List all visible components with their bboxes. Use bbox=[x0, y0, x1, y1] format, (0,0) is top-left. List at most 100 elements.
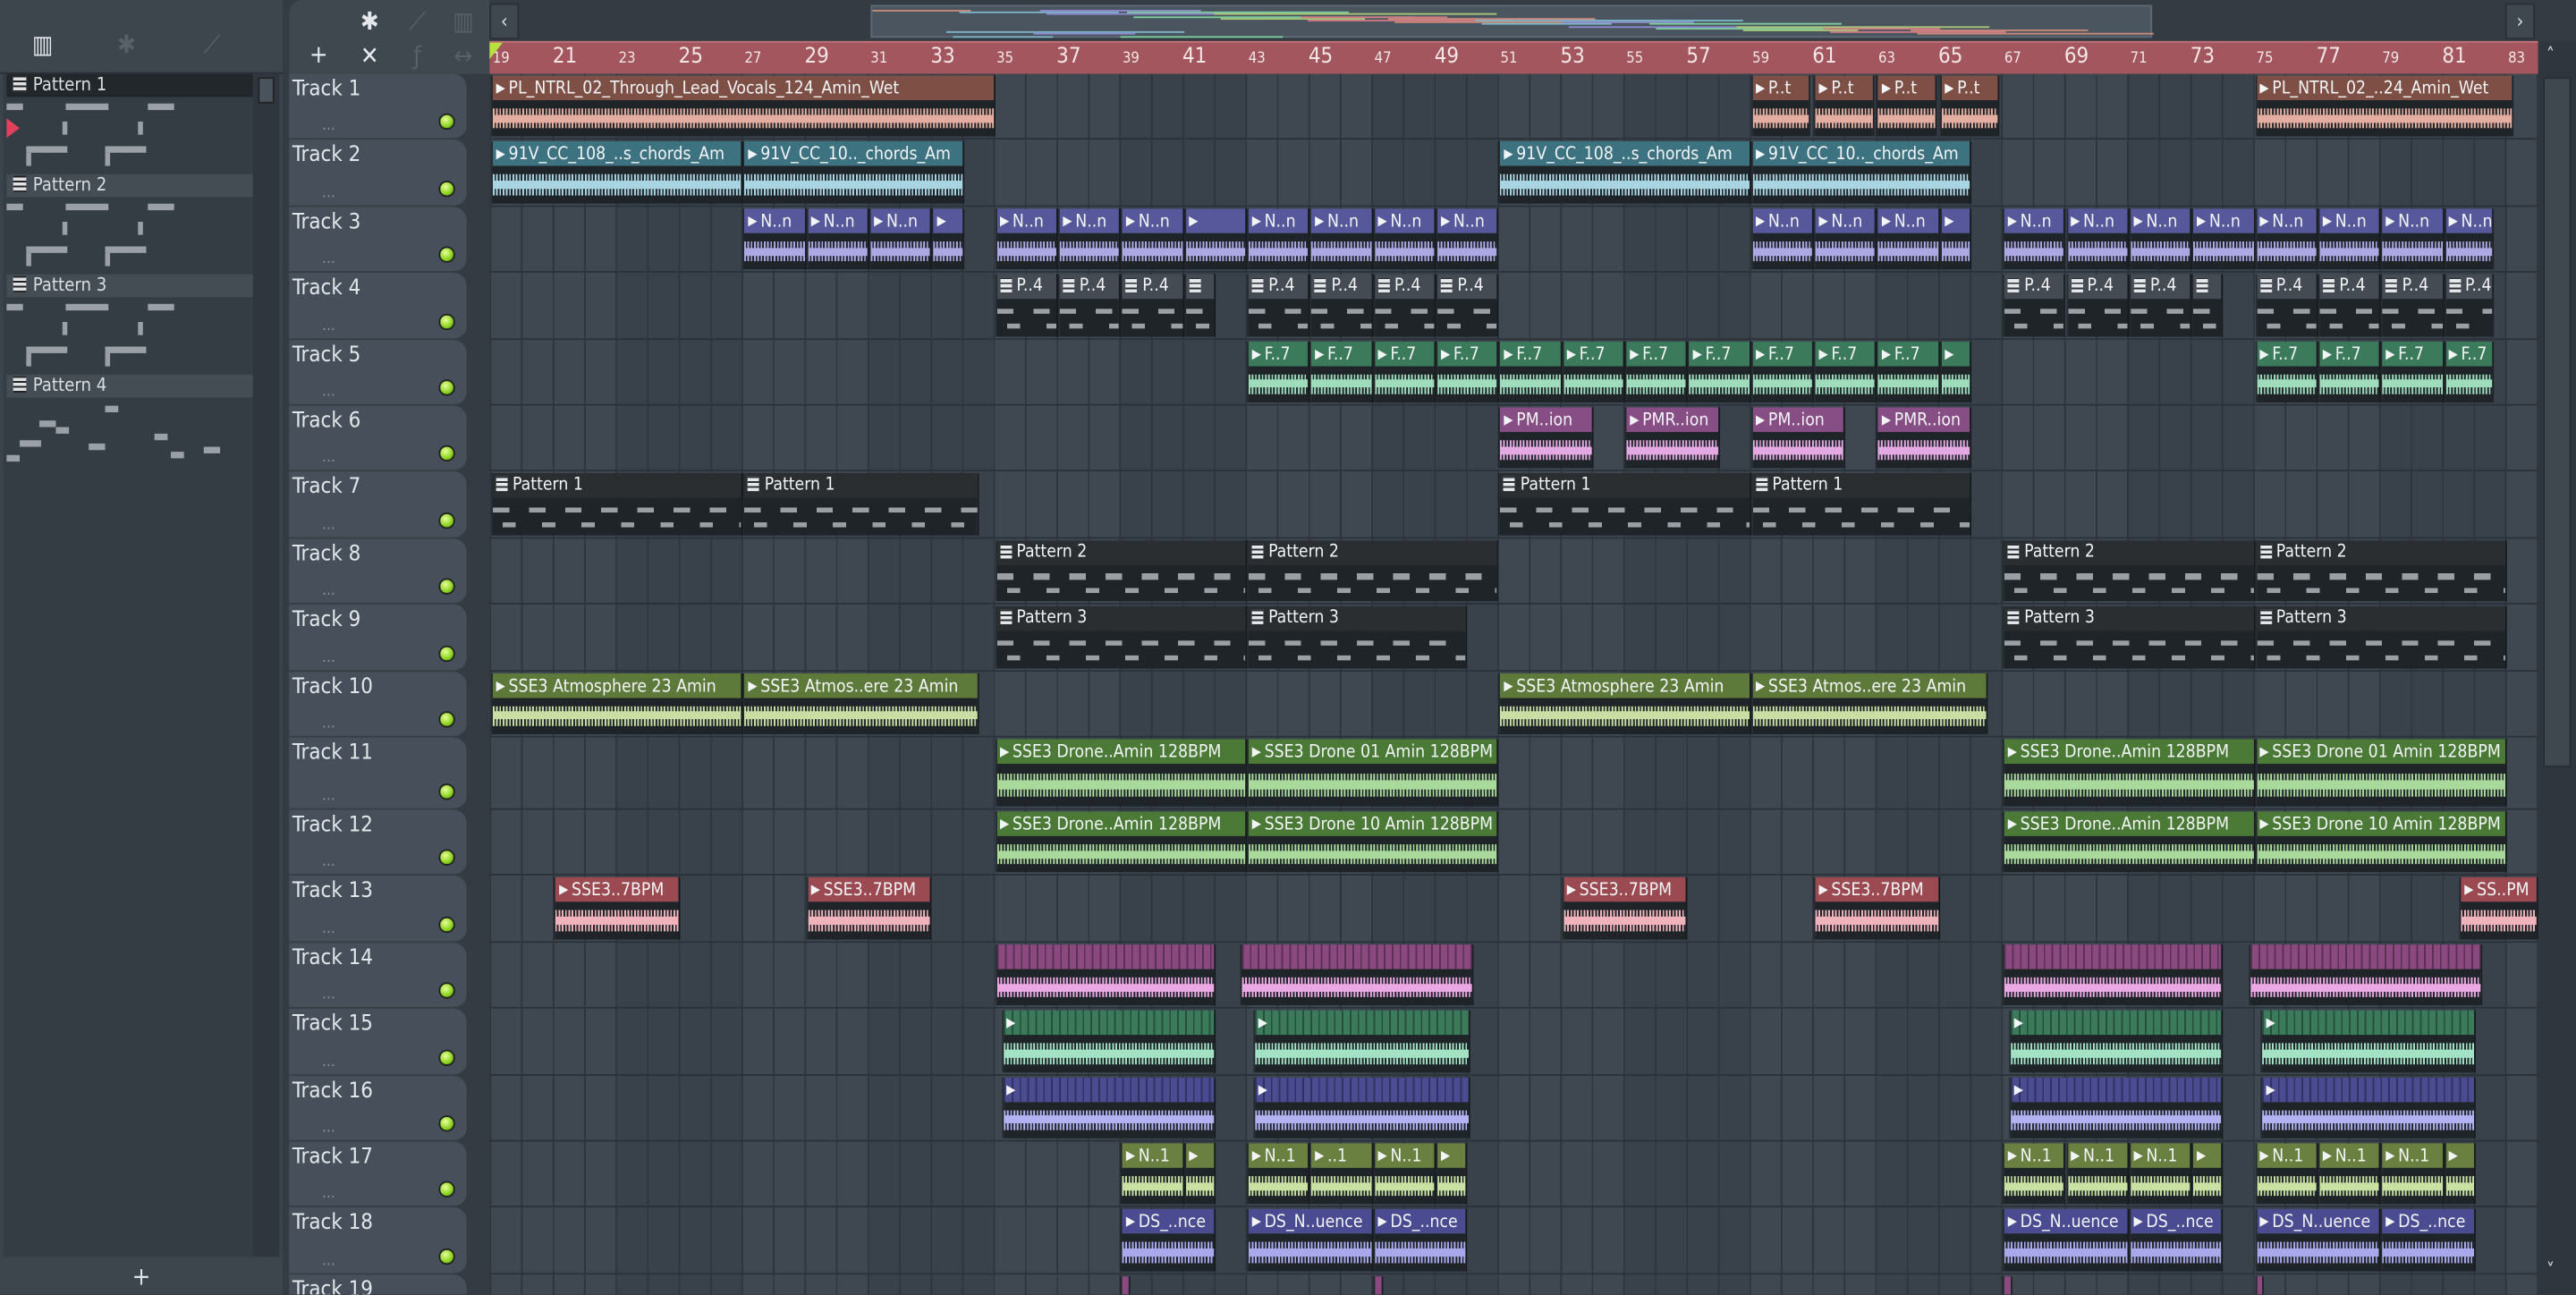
audio-clip[interactable]: ▶ N..n bbox=[2129, 207, 2192, 270]
bar-number[interactable]: 35 bbox=[996, 51, 1013, 67]
clip-header[interactable]: ▶ bbox=[1003, 1077, 1215, 1102]
audio-clip[interactable]: ▶ N..n bbox=[1373, 207, 1436, 270]
clip-header[interactable]: ▶ bbox=[1255, 1077, 1470, 1102]
audio-clip[interactable]: ▶ F..7 bbox=[1309, 341, 1373, 402]
clip-header[interactable]: P..4 bbox=[2004, 275, 2064, 300]
clip-header[interactable]: ▶ DS_N..uence bbox=[2256, 1209, 2379, 1235]
track-header[interactable]: Track 4… bbox=[289, 273, 467, 340]
audio-clip[interactable]: ▶ N..1 bbox=[2129, 1143, 2192, 1206]
audio-clip[interactable]: ▶ N..n bbox=[2065, 207, 2130, 270]
clip-header[interactable] bbox=[1374, 1275, 1381, 1295]
bar-number[interactable]: 37 bbox=[1056, 45, 1080, 70]
audio-clip[interactable]: ▶ F..7 bbox=[1688, 341, 1751, 402]
audio-clip[interactable]: ▶ F..7 bbox=[1750, 341, 1814, 402]
track-options-icon[interactable]: … bbox=[322, 517, 335, 533]
audio-clip[interactable]: ▶ bbox=[2009, 1010, 2224, 1072]
pattern-clip[interactable]: Pattern 3 bbox=[2003, 606, 2255, 668]
pattern-clip[interactable]: Pattern 2 bbox=[1247, 539, 1499, 602]
track-header[interactable]: Track 15… bbox=[289, 1009, 467, 1076]
bar-number[interactable]: 33 bbox=[930, 45, 954, 70]
audio-clip[interactable]: ▶ bbox=[1939, 341, 1971, 402]
audio-clip[interactable]: ▶ PMR..ion bbox=[1624, 407, 1720, 470]
track-lane[interactable] bbox=[489, 1274, 2538, 1295]
track-name[interactable]: Track 17 bbox=[292, 1145, 373, 1170]
clip-header[interactable]: ▶ SSE3 Drone 10 Amin 128BPM bbox=[1249, 811, 1498, 836]
clip-header[interactable]: P..4 bbox=[1123, 275, 1182, 300]
clip-header[interactable]: ▶ ..1 bbox=[1311, 1143, 1372, 1168]
clip-header[interactable]: ▶ F..7 bbox=[1311, 341, 1372, 366]
pattern-clip[interactable]: P..4 bbox=[1121, 275, 1184, 336]
clip-header[interactable]: ▶ N..n bbox=[2004, 207, 2064, 233]
audio-clip[interactable]: ▶ F..7 bbox=[2444, 341, 2495, 402]
clip-header[interactable]: ▶ N..n bbox=[808, 207, 868, 233]
audio-clip[interactable]: ▶ bbox=[2009, 1077, 2224, 1138]
audio-clip[interactable]: ▶ bbox=[1001, 1077, 1216, 1138]
audio-clip[interactable]: ▶ PL_NTRL_02_Through_Lead_Vocals_124_Amin… bbox=[491, 75, 996, 138]
audio-clip[interactable]: ▶ bbox=[932, 207, 964, 270]
audio-clip[interactable]: ▶ bbox=[2444, 1143, 2476, 1206]
clip-header[interactable] bbox=[2004, 944, 2222, 969]
audio-clip[interactable]: ▶ N..1 bbox=[2003, 1143, 2066, 1206]
clip-header[interactable]: ▶ DS_N..uence bbox=[1249, 1209, 1372, 1235]
track-header[interactable]: Track 3… bbox=[289, 207, 467, 274]
scrollbar-thumb[interactable] bbox=[2543, 77, 2572, 767]
track-options-icon[interactable]: … bbox=[322, 855, 335, 871]
clip-header[interactable]: Pattern 2 bbox=[2004, 539, 2254, 565]
pattern-clip[interactable]: P..4 bbox=[1309, 275, 1373, 336]
audio-clip[interactable]: ▶ P..t bbox=[1813, 75, 1874, 138]
track-name[interactable]: Track 8 bbox=[292, 542, 360, 567]
pattern-clip[interactable]: Pattern 1 bbox=[491, 473, 743, 536]
audio-clip[interactable]: ▶ bbox=[2191, 1143, 2224, 1206]
track-name[interactable]: Track 15 bbox=[292, 1012, 373, 1037]
audio-clip[interactable]: ▶ F..7 bbox=[1624, 341, 1689, 402]
bar-number[interactable]: 41 bbox=[1182, 45, 1207, 70]
timeline-ruler[interactable]: 19 21 23 25 27 29 31 33 35 37 39 41 43 45 47 49 51 53 55 57… bbox=[489, 40, 2538, 74]
clip-header[interactable]: Pattern 1 bbox=[744, 473, 979, 499]
track-name[interactable]: Track 7 bbox=[292, 476, 360, 501]
track-options-icon[interactable]: … bbox=[322, 385, 335, 401]
clip-header[interactable]: ▶ SSE3 Atmos..ere 23 Amin bbox=[744, 673, 979, 698]
clip-header[interactable]: P..4 bbox=[2382, 275, 2443, 300]
close-icon[interactable]: ✕ bbox=[352, 41, 387, 71]
clip-header[interactable]: ▶ SSE3 Atmosphere 23 Amin bbox=[1500, 673, 1750, 698]
audio-clip[interactable]: ▶ 91V_CC_108_..s_chords_Am bbox=[1498, 141, 1751, 204]
audio-clip[interactable]: ▶ SSE3 Drone 10 Amin 128BPM bbox=[1247, 811, 1499, 874]
audio-clip[interactable]: ▶ SSE3 Atmos..ere 23 Amin bbox=[742, 673, 979, 734]
audio-clip[interactable]: ▶ bbox=[1253, 1077, 1471, 1138]
audio-clip[interactable]: ▶ SSE3 Drone..Amin 128BPM bbox=[995, 739, 1248, 807]
clip-header[interactable]: P..4 bbox=[1437, 275, 1497, 300]
audio-clip[interactable]: ▶ DS_..nce bbox=[1373, 1209, 1468, 1272]
audio-clip[interactable]: ▶ F..7 bbox=[1247, 341, 1310, 402]
pattern-item[interactable]: Pattern 1 bbox=[6, 73, 253, 174]
clip-header[interactable] bbox=[2193, 275, 2222, 300]
clip-header[interactable]: P..4 bbox=[1311, 275, 1372, 300]
clip-header[interactable]: ▶ N..1 bbox=[1374, 1143, 1435, 1168]
pattern-clip[interactable]: Pattern 1 bbox=[742, 473, 979, 536]
clip-header[interactable]: ▶ DS_..nce bbox=[2130, 1209, 2222, 1235]
audio-clip[interactable]: ▶ DS_N..uence bbox=[2003, 1209, 2130, 1272]
pattern-list-scrollbar[interactable] bbox=[252, 73, 280, 1257]
track-header[interactable]: Track 1… bbox=[289, 73, 467, 140]
track-name[interactable]: Track 18 bbox=[292, 1211, 373, 1236]
track-options-icon[interactable]: … bbox=[322, 789, 335, 805]
audio-clip[interactable] bbox=[2254, 1275, 2265, 1295]
pattern-header[interactable]: Pattern 4 bbox=[6, 374, 253, 398]
track-lane[interactable]: ▶ SSE3 Drone..Amin 128BPM ▶ SSE3 Drone 01 A… bbox=[489, 737, 2538, 810]
clip-header[interactable]: ▶ bbox=[1185, 1143, 1215, 1168]
clip-header[interactable]: ▶ N..n bbox=[2067, 207, 2128, 233]
bar-number[interactable]: 21 bbox=[553, 45, 577, 70]
audio-clip[interactable]: ▶ bbox=[1001, 1010, 1216, 1072]
track-lane[interactable]: ▶ SSE3..7BPM ▶ SSE3..7BPM ▶ SSE3..7BPM ▶ SSE3..… bbox=[489, 876, 2538, 943]
audio-clip[interactable]: ▶ N..n bbox=[1121, 207, 1184, 270]
clip-header[interactable]: ▶ N..n bbox=[1815, 207, 1876, 233]
clip-header[interactable]: ▶ P..t bbox=[1878, 75, 1936, 101]
clip-header[interactable]: ▶ SSE3 Drone 01 Amin 128BPM bbox=[1249, 739, 1498, 765]
track-mute-toggle[interactable] bbox=[438, 711, 455, 728]
clip-header[interactable]: ▶ bbox=[1003, 1010, 1215, 1036]
audio-clip[interactable]: ▶ N..n bbox=[995, 207, 1058, 270]
pattern-clip[interactable] bbox=[1183, 275, 1216, 336]
track-options-icon[interactable]: … bbox=[322, 1253, 335, 1269]
clip-header[interactable]: ▶ DS_..nce bbox=[1123, 1209, 1215, 1235]
clip-header[interactable]: ▶ P..t bbox=[1815, 75, 1872, 101]
track-name[interactable]: Track 2 bbox=[292, 144, 360, 169]
